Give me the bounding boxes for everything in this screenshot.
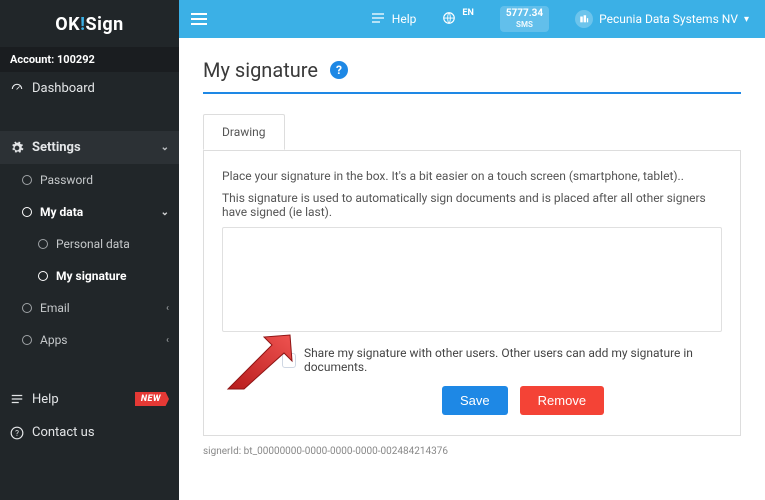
radio-icon	[22, 303, 32, 313]
radio-icon	[22, 175, 32, 185]
signer-id-text: signerId: bt_00000000-0000-0000-0000-002…	[203, 446, 741, 457]
new-badge: NEW	[135, 392, 169, 406]
sidebar-item-label: Email	[40, 301, 158, 315]
radio-icon	[38, 271, 48, 281]
dashboard-icon	[10, 82, 24, 96]
share-label: Share my signature with other users. Oth…	[304, 346, 722, 374]
help-bars-icon	[10, 391, 24, 407]
hint-text-2: This signature is used to automatically …	[222, 191, 722, 219]
sidebar-item-settings[interactable]: Settings ⌄	[0, 131, 179, 164]
chevron-down-icon: ⌄	[161, 207, 169, 218]
sidebar-item-contact[interactable]: ? Contact us	[0, 416, 179, 449]
sidebar-item-label: My data	[40, 205, 153, 219]
topbar-sms-balance[interactable]: 5777.34 SMS	[494, 2, 555, 36]
title-divider	[203, 92, 741, 94]
tabs: Drawing	[203, 114, 741, 151]
question-icon: ?	[10, 426, 24, 440]
page-help-icon[interactable]: ?	[330, 61, 348, 79]
chevron-left-icon: ‹	[166, 303, 169, 314]
signature-panel: Place your signature in the box. It's a …	[203, 151, 741, 436]
sidebar-item-apps[interactable]: Apps ‹	[0, 324, 179, 356]
chevron-down-icon: ⌄	[161, 142, 169, 153]
menu-toggle-button[interactable]	[191, 13, 207, 25]
sidebar-item-mydata[interactable]: My data ⌄	[0, 196, 179, 228]
org-logo-icon	[575, 10, 593, 28]
sidebar-item-label: Settings	[32, 140, 153, 155]
radio-icon	[22, 207, 32, 217]
hint-text-1: Place your signature in the box. It's a …	[222, 169, 722, 183]
sidebar-item-label: Personal data	[56, 237, 169, 251]
caret-down-icon: ▾	[744, 14, 749, 25]
radio-icon	[22, 335, 32, 345]
page-title: My signature	[203, 58, 318, 82]
sidebar-item-my-signature[interactable]: My signature	[0, 260, 179, 292]
help-bars-icon	[370, 10, 386, 29]
content-area: My signature ? Drawing Place your signat…	[179, 38, 765, 500]
sidebar-item-password[interactable]: Password	[0, 164, 179, 196]
signature-canvas[interactable]	[222, 227, 722, 332]
sms-unit: SMS	[506, 20, 543, 30]
topbar-lang-label: EN	[462, 8, 473, 18]
radio-icon	[38, 239, 48, 249]
sidebar-item-label: Apps	[40, 333, 158, 347]
sidebar-item-label: My signature	[56, 269, 169, 283]
sidebar: OK!Sign Account: 100292 Dashboard Settin…	[0, 0, 179, 500]
remove-button[interactable]: Remove	[520, 386, 604, 415]
sidebar-item-dashboard[interactable]: Dashboard	[0, 72, 179, 105]
brand-logo: OK!Sign	[0, 0, 179, 47]
svg-text:?: ?	[15, 427, 19, 437]
topbar-help-label: Help	[392, 12, 417, 26]
chevron-left-icon: ‹	[166, 335, 169, 346]
globe-icon	[442, 11, 456, 28]
sms-badge: 5777.34 SMS	[500, 6, 549, 32]
sidebar-item-help[interactable]: Help NEW	[0, 382, 179, 416]
topbar: Help EN 5777.34 SMS Pecunia Data Systems…	[179, 0, 765, 38]
topbar-org-switcher[interactable]: Pecunia Data Systems NV ▾	[569, 6, 755, 32]
gear-icon	[10, 141, 24, 155]
account-id-label: Account: 100292	[0, 47, 179, 72]
sidebar-item-label: Dashboard	[32, 81, 169, 96]
sms-count: 5777.34	[506, 8, 543, 19]
save-button[interactable]: Save	[442, 386, 508, 415]
topbar-help[interactable]: Help	[364, 6, 423, 33]
sidebar-item-label: Password	[40, 173, 169, 187]
topbar-org-name: Pecunia Data Systems NV	[599, 12, 738, 26]
sidebar-item-label: Contact us	[32, 425, 169, 440]
tab-drawing[interactable]: Drawing	[203, 114, 285, 150]
brand-part1: OK	[55, 14, 80, 35]
brand-part3: Sign	[86, 14, 124, 35]
sidebar-item-email[interactable]: Email ‹	[0, 292, 179, 324]
share-checkbox[interactable]	[282, 353, 296, 368]
sidebar-item-personal-data[interactable]: Personal data	[0, 228, 179, 260]
sidebar-item-label: Help	[32, 392, 123, 407]
topbar-language[interactable]: EN	[436, 7, 479, 32]
